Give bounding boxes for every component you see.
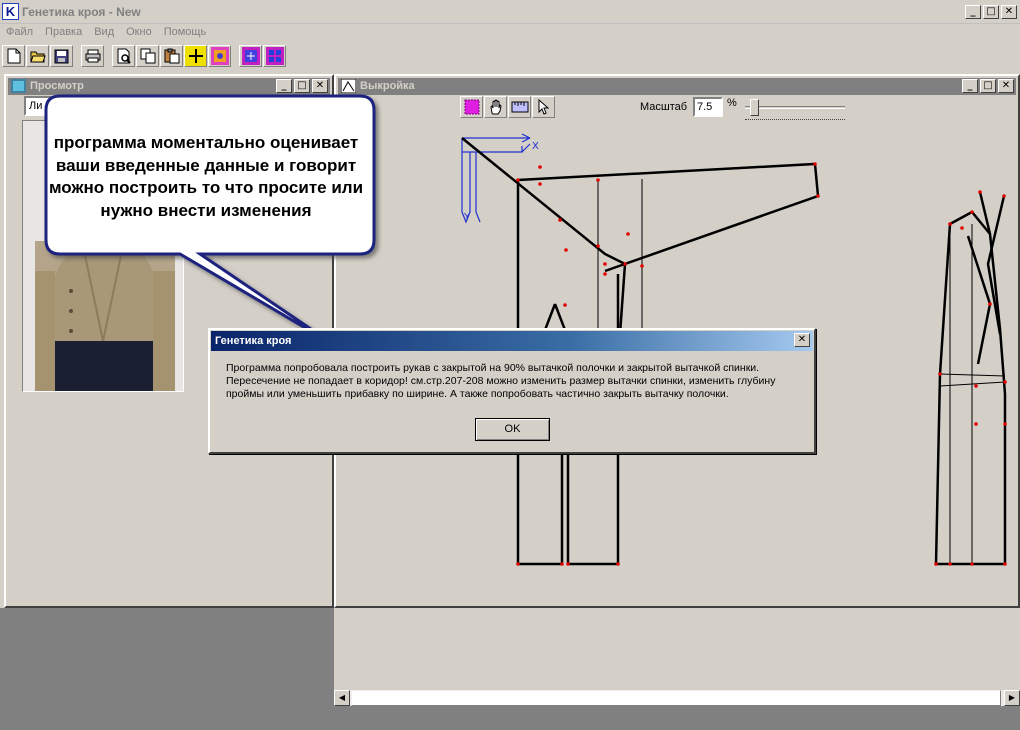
copy-icon[interactable] bbox=[136, 45, 159, 67]
dialog-message-line: Пересечение не попадает в коридор! см.ст… bbox=[226, 375, 776, 387]
menu-window[interactable]: Окно bbox=[120, 24, 158, 42]
scale-unit: % bbox=[727, 97, 737, 109]
callout-text: программа моментально оценивает ваши вве… bbox=[48, 133, 364, 220]
dialog-message-line: проймы или уменьшить прибавку по ширине.… bbox=[226, 388, 729, 400]
app-icon[interactable]: K bbox=[2, 3, 19, 20]
menu-edit[interactable]: Правка bbox=[39, 24, 88, 42]
mdi-background-bottom bbox=[334, 706, 1020, 730]
dialog-title: Генетика кроя bbox=[215, 335, 292, 347]
pattern-maximize-button[interactable]: □ bbox=[980, 79, 996, 93]
pattern-window-bottom bbox=[334, 608, 1020, 689]
scroll-thumb[interactable] bbox=[351, 690, 1001, 706]
open-folder-icon[interactable] bbox=[26, 45, 49, 67]
app-title-bar: K Генетика кроя - New _ □ ✕ bbox=[0, 0, 1020, 24]
pattern-close-button[interactable]: ✕ bbox=[998, 79, 1014, 93]
pattern-toolbar bbox=[460, 96, 555, 118]
dialog-title-bar: Генетика кроя ✕ bbox=[211, 331, 813, 351]
grid-icon[interactable] bbox=[263, 45, 286, 67]
scale-label: Масштаб bbox=[640, 101, 688, 113]
pattern-icon[interactable] bbox=[239, 45, 262, 67]
scale-slider-ticks bbox=[745, 119, 845, 122]
message-dialog: Генетика кроя ✕ Программа попробовала по… bbox=[208, 328, 816, 454]
dialog-message-line: Программа попробовала построить рукав с … bbox=[226, 362, 760, 374]
menu-view[interactable]: Вид bbox=[88, 24, 120, 42]
menu-help[interactable]: Помощь bbox=[158, 24, 213, 42]
scale-input[interactable]: 7.5 bbox=[693, 97, 723, 117]
preview-window-icon bbox=[11, 79, 26, 93]
axis-x-label: X bbox=[532, 141, 539, 152]
scroll-right-arrow-icon[interactable]: ▶ bbox=[1004, 690, 1020, 706]
print-preview-icon[interactable] bbox=[112, 45, 135, 67]
pattern-window-title-bar: Выкройка _ □ ✕ bbox=[338, 78, 1016, 95]
pattern-minimize-button[interactable]: _ bbox=[962, 79, 978, 93]
hand-icon[interactable] bbox=[484, 96, 507, 118]
axis-y-label: Y bbox=[463, 212, 471, 223]
menu-bar: Файл Правка Вид Окно Помощь bbox=[0, 24, 212, 42]
paste-icon[interactable] bbox=[160, 45, 183, 67]
new-file-icon[interactable] bbox=[2, 45, 25, 67]
close-button[interactable]: ✕ bbox=[1001, 5, 1017, 19]
select-rect-icon[interactable] bbox=[460, 96, 483, 118]
horizontal-scrollbar[interactable]: ◀ ▶ bbox=[334, 689, 1020, 706]
save-icon[interactable] bbox=[50, 45, 73, 67]
menu-file[interactable]: Файл bbox=[0, 24, 39, 42]
maximize-button[interactable]: □ bbox=[983, 5, 999, 19]
dialog-ok-button[interactable]: OK bbox=[475, 418, 550, 441]
print-icon[interactable] bbox=[81, 45, 104, 67]
scale-slider-track[interactable] bbox=[745, 106, 845, 109]
dialog-close-button[interactable]: ✕ bbox=[794, 333, 810, 347]
app-title: Генетика кроя - New bbox=[22, 5, 141, 19]
figure-icon[interactable] bbox=[208, 45, 231, 67]
main-toolbar bbox=[2, 45, 286, 69]
crosshair-icon[interactable] bbox=[184, 45, 207, 67]
scale-slider-thumb[interactable] bbox=[750, 99, 759, 116]
mdi-background-left bbox=[0, 608, 334, 730]
ruler-icon[interactable] bbox=[508, 96, 531, 118]
minimize-button[interactable]: _ bbox=[965, 5, 981, 19]
dialog-message: Программа попробовала построить рукав с … bbox=[226, 362, 806, 401]
pointer-icon[interactable] bbox=[532, 96, 555, 118]
scroll-left-arrow-icon[interactable]: ◀ bbox=[334, 690, 350, 706]
